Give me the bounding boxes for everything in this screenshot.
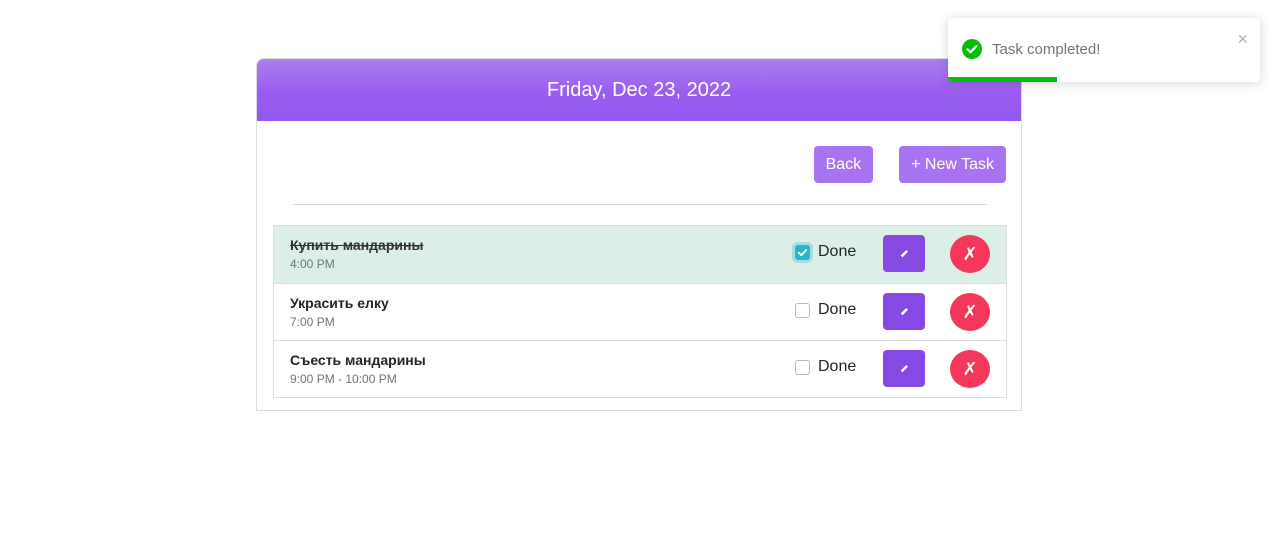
done-toggle[interactable]: Done	[795, 301, 856, 319]
task-row: Купить мандарины 4:00 PM Done ✗	[274, 226, 1006, 283]
task-list: Купить мандарины 4:00 PM Done ✗ Украсить…	[273, 225, 1007, 398]
day-card: Friday, Dec 23, 2022 Back + New Task Куп…	[256, 58, 1022, 411]
done-checkbox[interactable]	[795, 359, 810, 375]
delete-task-button[interactable]: ✗	[950, 235, 990, 273]
date-title: Friday, Dec 23, 2022	[546, 78, 732, 101]
edit-task-button[interactable]	[883, 293, 925, 330]
task-row: Украсить елку 7:00 PM Done ✗	[274, 283, 1006, 340]
toast-notification: Task completed! ×	[948, 18, 1260, 82]
new-task-button[interactable]: + New Task	[899, 146, 1006, 183]
task-text: Купить мандарины 4:00 PM	[290, 237, 423, 272]
edit-task-button[interactable]	[883, 235, 925, 272]
task-text: Съесть мандарины 9:00 PM - 10:00 PM	[290, 352, 426, 387]
done-label: Done	[818, 243, 857, 260]
toast-message: Task completed!	[992, 41, 1101, 58]
done-checkbox[interactable]	[795, 302, 810, 318]
pencil-icon	[900, 364, 908, 373]
pencil-icon	[900, 249, 908, 258]
date-header: Friday, Dec 23, 2022	[257, 59, 1021, 121]
done-toggle[interactable]: Done	[795, 243, 856, 261]
task-title: Съесть мандарины	[290, 352, 426, 368]
done-label: Done	[818, 301, 857, 318]
success-check-icon	[962, 39, 982, 59]
check-icon	[797, 248, 808, 256]
task-row: Съесть мандарины 9:00 PM - 10:00 PM Done…	[274, 340, 1006, 397]
task-text: Украсить елку 7:00 PM	[290, 295, 389, 330]
delete-task-button[interactable]: ✗	[950, 293, 990, 331]
close-icon[interactable]: ×	[1237, 30, 1248, 48]
divider	[293, 204, 987, 205]
task-title: Купить мандарины	[290, 237, 424, 253]
task-time: 7:00 PM	[290, 315, 335, 329]
pencil-icon	[900, 307, 908, 316]
done-toggle[interactable]: Done	[795, 358, 856, 376]
toolbar: Back + New Task	[813, 146, 1006, 183]
task-time: 9:00 PM - 10:00 PM	[290, 372, 397, 386]
toast-progress-bar	[948, 77, 1058, 82]
done-checkbox[interactable]	[795, 244, 810, 260]
task-time: 4:00 PM	[290, 257, 335, 271]
delete-task-button[interactable]: ✗	[950, 350, 990, 388]
back-button[interactable]: Back	[813, 146, 874, 183]
done-label: Done	[818, 358, 857, 375]
edit-task-button[interactable]	[883, 350, 925, 387]
task-title: Украсить елку	[290, 295, 389, 311]
